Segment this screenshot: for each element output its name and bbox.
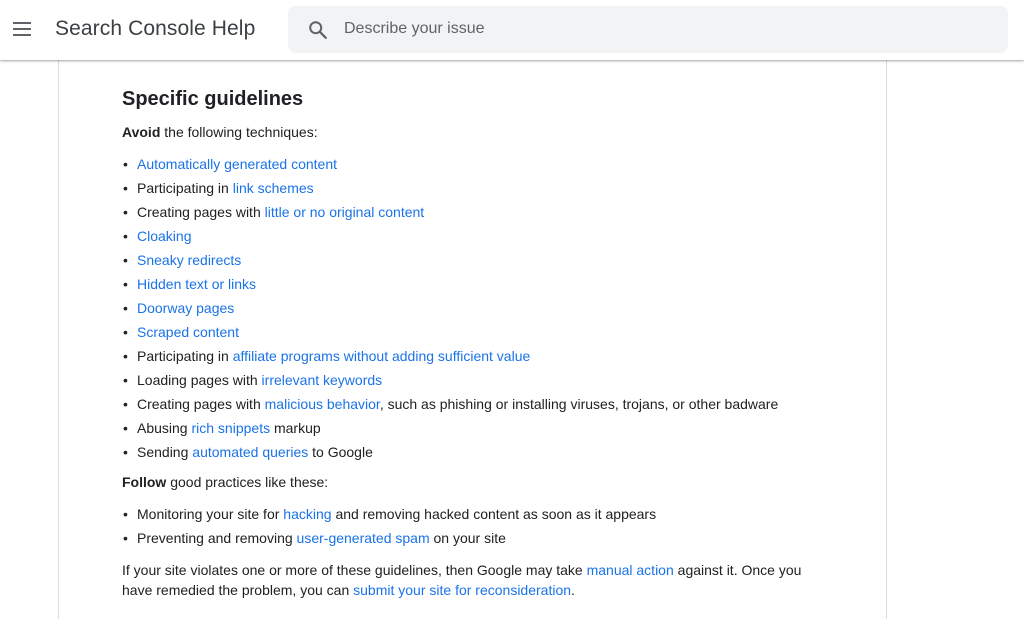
- item-link[interactable]: Sneaky redirects: [137, 252, 241, 268]
- item-text: to Google: [308, 444, 373, 460]
- item-text: Participating in: [137, 180, 233, 196]
- list-item: Cloaking: [122, 224, 822, 248]
- item-link[interactable]: Hidden text or links: [137, 276, 256, 292]
- item-text: Creating pages with: [137, 204, 265, 220]
- item-link[interactable]: Scraped content: [137, 324, 239, 340]
- avoid-list: Automatically generated content Particip…: [122, 152, 822, 464]
- closing-paragraph: If your site violates one or more of the…: [122, 560, 822, 600]
- item-text: markup: [270, 420, 321, 436]
- search-icon[interactable]: [307, 19, 329, 41]
- list-item: Monitoring your site for hacking and rem…: [122, 502, 822, 526]
- manual-action-link[interactable]: manual action: [587, 562, 674, 578]
- top-app-bar: Search Console Help: [0, 0, 1024, 60]
- list-item: Participating in link schemes: [122, 176, 822, 200]
- item-link[interactable]: user-generated spam: [297, 530, 430, 546]
- follow-list: Monitoring your site for hacking and rem…: [122, 502, 822, 550]
- item-text: Monitoring your site for: [137, 506, 284, 522]
- list-item: Scraped content: [122, 320, 822, 344]
- search-input[interactable]: [344, 14, 984, 44]
- list-item: Preventing and removing user-generated s…: [122, 526, 822, 550]
- item-link[interactable]: affiliate programs without adding suffic…: [233, 348, 531, 364]
- list-item: Sneaky redirects: [122, 248, 822, 272]
- list-item: Automatically generated content: [122, 152, 822, 176]
- item-link[interactable]: Cloaking: [137, 228, 191, 244]
- follow-intro-bold: Follow: [122, 474, 167, 490]
- follow-intro: Follow good practices like these:: [122, 472, 822, 492]
- item-text: Participating in: [137, 348, 233, 364]
- list-item: Hidden text or links: [122, 272, 822, 296]
- avoid-intro-bold: Avoid: [122, 124, 161, 140]
- avoid-intro: Avoid the following techniques:: [122, 122, 822, 142]
- item-link[interactable]: Automatically generated content: [137, 156, 337, 172]
- article: Specific guidelines Avoid the following …: [122, 86, 822, 600]
- item-link[interactable]: link schemes: [233, 180, 314, 196]
- item-link[interactable]: rich snippets: [191, 420, 270, 436]
- item-link[interactable]: Doorway pages: [137, 300, 234, 316]
- list-item: Sending automated queries to Google: [122, 440, 822, 464]
- list-item: Loading pages with irrelevant keywords: [122, 368, 822, 392]
- item-link[interactable]: automated queries: [192, 444, 308, 460]
- item-text: , such as phishing or installing viruses…: [379, 396, 779, 412]
- item-link[interactable]: hacking: [283, 506, 331, 522]
- item-link[interactable]: little or no original content: [265, 204, 425, 220]
- item-link[interactable]: irrelevant keywords: [262, 372, 383, 388]
- list-item: Creating pages with little or no origina…: [122, 200, 822, 224]
- item-text: Sending: [137, 444, 193, 460]
- section-heading: Specific guidelines: [122, 88, 304, 110]
- list-item: Participating in affiliate programs with…: [122, 344, 822, 368]
- list-item: Creating pages with malicious behavior, …: [122, 392, 822, 416]
- item-text: on your site: [429, 530, 506, 546]
- item-text: and removing hacked content as soon as i…: [331, 506, 657, 522]
- list-item: Doorway pages: [122, 296, 822, 320]
- hamburger-menu-icon[interactable]: [10, 17, 36, 41]
- reconsideration-link[interactable]: submit your site for reconsideration: [353, 582, 571, 598]
- item-text: Loading pages with: [137, 372, 262, 388]
- item-text: Creating pages with: [137, 396, 265, 412]
- list-item: Abusing rich snippets markup: [122, 416, 822, 440]
- closing-text: If your site violates one or more of the…: [122, 562, 587, 578]
- search-bar[interactable]: [288, 6, 1008, 53]
- follow-intro-text: good practices like these:: [166, 474, 329, 490]
- item-text: Abusing: [137, 420, 192, 436]
- avoid-intro-text: the following techniques:: [160, 124, 318, 140]
- item-link[interactable]: malicious behavior: [265, 396, 380, 412]
- item-text: Preventing and removing: [137, 530, 297, 546]
- app-title[interactable]: Search Console Help: [55, 17, 255, 41]
- closing-text: .: [571, 582, 575, 598]
